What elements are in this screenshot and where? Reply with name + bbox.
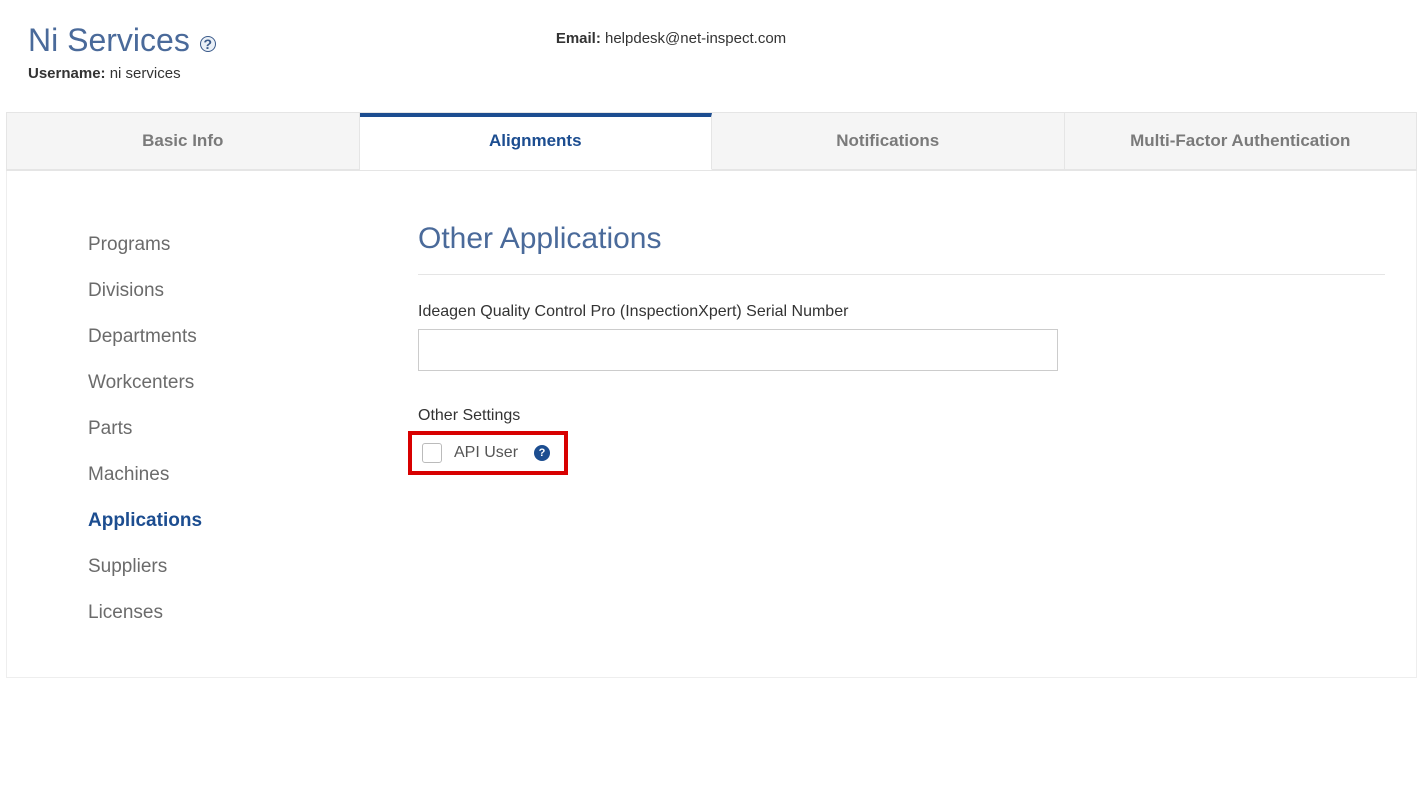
page-title: Ni Services ? bbox=[28, 22, 216, 59]
api-user-checkbox[interactable] bbox=[422, 443, 442, 463]
sidebar-item-machines[interactable]: Machines bbox=[88, 452, 418, 498]
sidebar-item-suppliers[interactable]: Suppliers bbox=[88, 544, 418, 590]
email-label: Email: bbox=[556, 30, 601, 47]
sidebar-item-workcenters[interactable]: Workcenters bbox=[88, 360, 418, 406]
other-settings-heading: Other Settings bbox=[418, 407, 1385, 425]
page-title-text: Ni Services bbox=[28, 22, 190, 59]
sidebar-item-programs[interactable]: Programs bbox=[88, 222, 418, 268]
sidebar-item-applications[interactable]: Applications bbox=[88, 498, 418, 544]
help-icon[interactable]: ? bbox=[534, 445, 550, 461]
serial-number-input[interactable] bbox=[418, 329, 1058, 371]
api-user-label: API User bbox=[454, 444, 518, 462]
username-label: Username: bbox=[28, 65, 106, 82]
sidebar-item-licenses[interactable]: Licenses bbox=[88, 590, 418, 636]
tab-alignments[interactable]: Alignments bbox=[360, 113, 713, 170]
username-line: Username: ni services bbox=[28, 65, 216, 82]
alignments-sidebar: Programs Divisions Departments Workcente… bbox=[18, 222, 418, 636]
tab-basic-info[interactable]: Basic Info bbox=[7, 113, 360, 170]
serial-number-label: Ideagen Quality Control Pro (InspectionX… bbox=[418, 303, 1385, 321]
help-icon[interactable]: ? bbox=[200, 36, 216, 52]
api-user-highlight: API User ? bbox=[408, 431, 568, 475]
section-title: Other Applications bbox=[418, 222, 1385, 275]
sidebar-item-departments[interactable]: Departments bbox=[88, 314, 418, 360]
sidebar-item-divisions[interactable]: Divisions bbox=[88, 268, 418, 314]
tab-notifications[interactable]: Notifications bbox=[712, 113, 1065, 170]
sidebar-item-parts[interactable]: Parts bbox=[88, 406, 418, 452]
username-value: ni services bbox=[110, 65, 181, 82]
main-panel: Other Applications Ideagen Quality Contr… bbox=[418, 222, 1405, 636]
email-block: Email: helpdesk@net-inspect.com bbox=[556, 30, 786, 47]
tab-mfa[interactable]: Multi-Factor Authentication bbox=[1065, 113, 1418, 170]
tab-bar: Basic Info Alignments Notifications Mult… bbox=[6, 112, 1417, 171]
email-value: helpdesk@net-inspect.com bbox=[605, 30, 786, 47]
